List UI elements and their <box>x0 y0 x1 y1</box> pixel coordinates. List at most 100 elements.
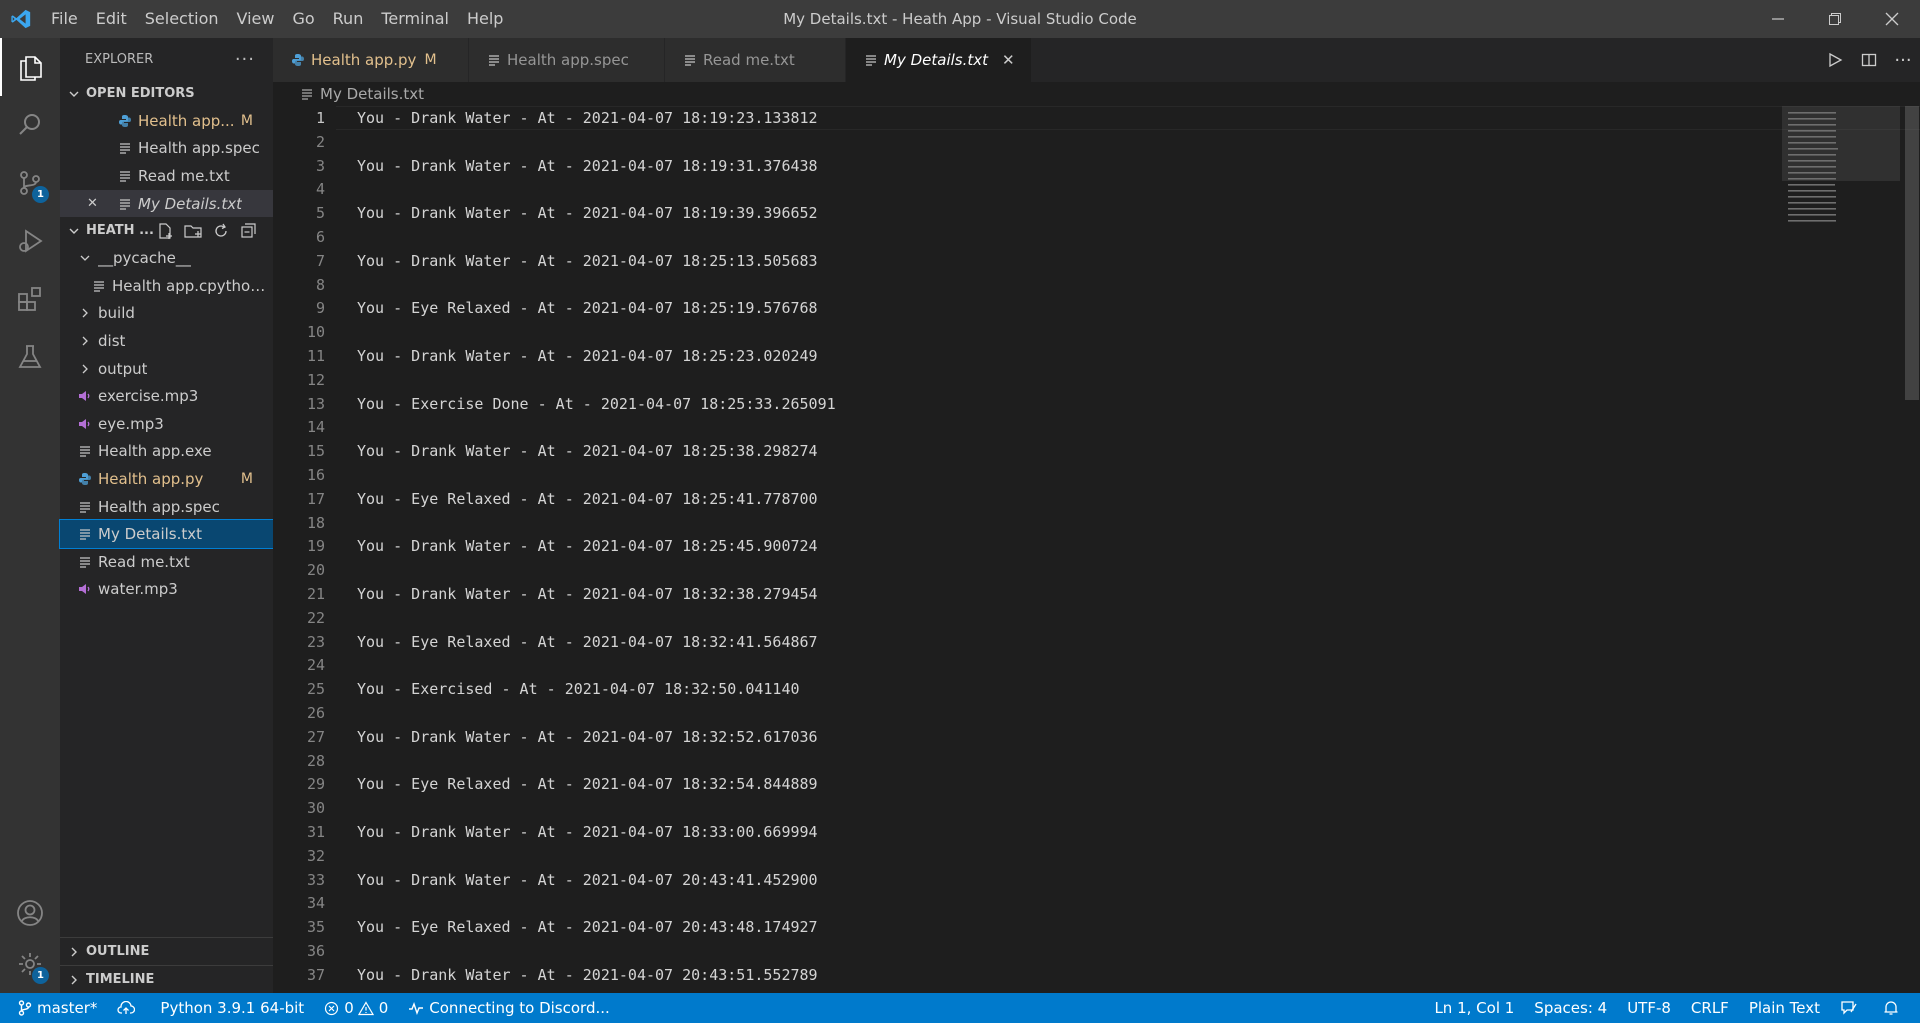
editor-tab[interactable]: My Details.txt ✕ <box>846 38 1032 82</box>
language-mode[interactable]: Plain Text <box>1739 993 1830 1023</box>
menu-terminal[interactable]: Terminal <box>372 0 458 38</box>
menu-go[interactable]: Go <box>283 0 323 38</box>
editor-tab[interactable]: Health app.py M <box>273 38 469 82</box>
search-icon[interactable] <box>0 96 60 154</box>
workspace-section[interactable]: HEATH ... <box>60 217 273 244</box>
restore-button[interactable] <box>1806 0 1863 38</box>
close-icon[interactable]: ✕ <box>87 196 98 211</box>
minimap-line <box>1788 166 1836 168</box>
menu-help[interactable]: Help <box>458 0 512 38</box>
minimap-line <box>1788 142 1836 144</box>
minimize-button[interactable] <box>1749 0 1806 38</box>
cursor-position[interactable]: Ln 1, Col 1 <box>1424 993 1524 1023</box>
editor-line: 17 You - Eye Relaxed - At - 2021-04-07 18… <box>273 487 1783 511</box>
discord-status[interactable]: Connecting to Discord... <box>398 993 620 1023</box>
tree-item[interactable]: My Details.txt <box>59 519 274 549</box>
open-editor-item[interactable]: ✕ My Details.txt <box>60 189 273 218</box>
line-number: 10 <box>306 323 325 342</box>
new-file-icon[interactable] <box>156 222 174 240</box>
breadcrumb[interactable]: My Details.txt <box>273 82 1920 106</box>
manage-gear-icon[interactable]: 1 <box>0 935 60 993</box>
problems-status[interactable]: 0 0 <box>314 993 398 1023</box>
menu-edit[interactable]: Edit <box>87 0 136 38</box>
line-number: 14 <box>306 418 325 437</box>
tree-item[interactable]: Health app.cpython-... <box>60 272 273 300</box>
outline-section[interactable]: OUTLINE <box>60 937 273 965</box>
editor-tab[interactable]: Read me.txt <box>665 38 846 82</box>
indentation[interactable]: Spaces: 4 <box>1524 993 1617 1023</box>
new-folder-icon[interactable] <box>183 222 203 240</box>
tree-item[interactable]: eye.mp3 <box>60 410 273 438</box>
editor-tab[interactable]: Health app.spec <box>469 38 665 82</box>
editor-line: 30 <box>273 796 1783 820</box>
tree-item-label: Health app.exe <box>98 442 212 461</box>
tree-item[interactable]: dist <box>60 327 273 355</box>
scm-badge: 1 <box>32 186 49 203</box>
line-text: You - Eye Relaxed - At - 2021-04-07 18:2… <box>357 299 818 318</box>
testing-flask-icon[interactable] <box>0 328 60 386</box>
modified-flag: M <box>424 52 437 68</box>
menu-file[interactable]: File <box>42 0 87 38</box>
minimap-line <box>1788 148 1838 150</box>
python-version: Python 3.9.1 64-bit <box>160 999 305 1017</box>
collapse-all-icon[interactable] <box>239 222 257 240</box>
editor-line: 19 You - Drank Water - At - 2021-04-07 18… <box>273 534 1783 558</box>
menu-run[interactable]: Run <box>324 0 373 38</box>
sync-status[interactable] <box>107 993 150 1023</box>
editor-line: 4 <box>273 177 1783 201</box>
feedback-icon[interactable] <box>1830 993 1873 1023</box>
run-file-icon[interactable] <box>1818 52 1852 68</box>
tree-item[interactable]: water.mp3 <box>60 576 273 604</box>
menu-view[interactable]: View <box>228 0 284 38</box>
branch-name: master* <box>37 999 98 1017</box>
audio-file-icon <box>78 417 92 431</box>
tree-item-label: Health app.cpython-... <box>112 276 273 295</box>
tree-item[interactable]: exercise.mp3 <box>60 382 273 410</box>
timeline-section[interactable]: TIMELINE <box>60 965 273 993</box>
tree-item[interactable]: build <box>60 300 273 328</box>
line-ending-text: CRLF <box>1690 999 1729 1017</box>
extensions-icon[interactable] <box>0 270 60 328</box>
python-interpreter[interactable]: Python 3.9.1 64-bit <box>150 993 314 1023</box>
editor-line: 16 <box>273 463 1783 487</box>
vertical-scrollbar[interactable] <box>1902 106 1920 993</box>
notifications-bell-icon[interactable] <box>1873 993 1920 1023</box>
run-debug-icon[interactable] <box>0 212 60 270</box>
minimap[interactable] <box>1782 106 1900 993</box>
warning-icon <box>357 1000 374 1015</box>
open-editors-section[interactable]: OPEN EDITORS <box>60 80 273 107</box>
open-editor-item[interactable]: Health app... M <box>60 107 273 135</box>
tree-item[interactable]: __pycache__ <box>60 244 273 272</box>
open-editor-item[interactable]: Health app.spec <box>60 135 273 163</box>
file-tree: __pycache__ Health app.cpython-... build di… <box>59 244 274 604</box>
split-editor-icon[interactable] <box>1852 52 1886 68</box>
editor-line: 8 <box>273 273 1783 297</box>
open-editors-label: OPEN EDITORS <box>86 86 195 101</box>
refresh-icon[interactable] <box>212 222 230 240</box>
menu-selection[interactable]: Selection <box>136 0 228 38</box>
tree-item-label: water.mp3 <box>98 580 178 599</box>
minimap-line <box>1788 178 1836 180</box>
more-actions-icon[interactable]: ··· <box>235 49 255 70</box>
close-window-button[interactable] <box>1863 0 1920 38</box>
branch-status[interactable]: master* <box>0 993 107 1023</box>
encoding[interactable]: UTF-8 <box>1617 993 1681 1023</box>
tree-item[interactable]: Read me.txt <box>60 548 273 576</box>
tree-item[interactable]: Health app.spec <box>60 493 273 521</box>
explorer-icon[interactable] <box>0 38 60 96</box>
accounts-icon[interactable] <box>0 884 60 942</box>
scrollbar-thumb[interactable] <box>1905 106 1919 400</box>
line-ending[interactable]: CRLF <box>1681 993 1739 1023</box>
editor-line: 13 You - Exercise Done - At - 2021-04-07 … <box>273 392 1783 416</box>
more-actions-icon[interactable]: ··· <box>1886 50 1920 71</box>
close-tab-icon[interactable]: ✕ <box>1002 51 1015 69</box>
tree-item[interactable]: Health app.py M <box>60 465 273 493</box>
explorer-header: EXPLORER ··· <box>60 38 273 80</box>
file-lines-icon <box>78 500 92 514</box>
tree-item[interactable]: Health app.exe <box>60 438 273 466</box>
editor-line: 25 You - Exercised - At - 2021-04-07 18:3… <box>273 677 1783 701</box>
tree-item[interactable]: output <box>60 355 273 383</box>
text-editor[interactable]: 1 You - Drank Water - At - 2021-04-07 18:… <box>273 106 1920 993</box>
source-control-icon[interactable]: 1 <box>0 154 60 212</box>
open-editor-item[interactable]: Read me.txt <box>60 162 273 190</box>
